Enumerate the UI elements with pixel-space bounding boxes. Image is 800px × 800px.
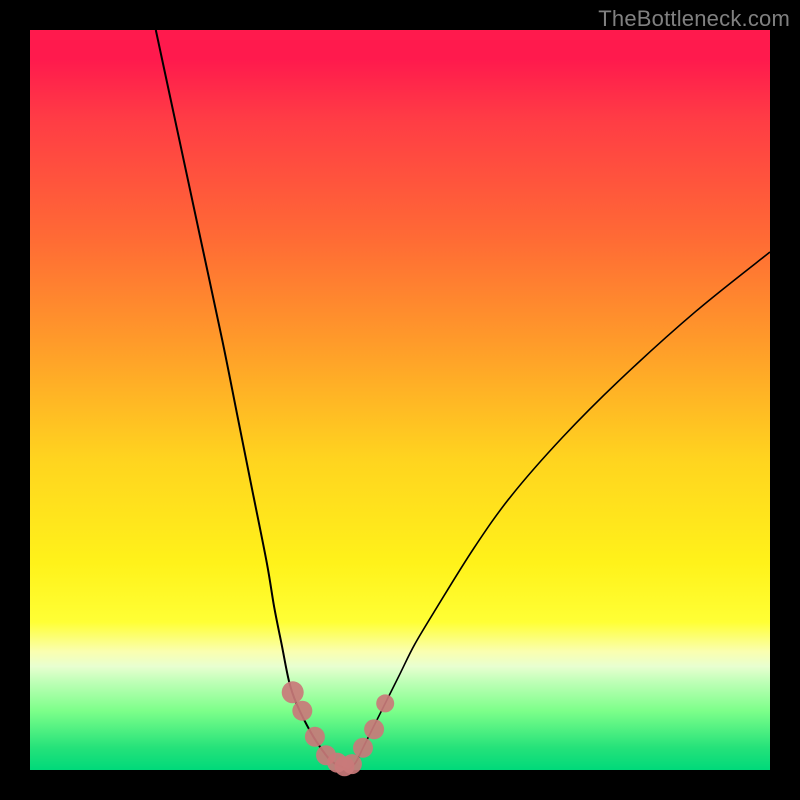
marker-group (282, 681, 395, 776)
marker-point (376, 694, 394, 712)
marker-point (305, 727, 325, 747)
right-curve (348, 252, 770, 770)
marker-point (292, 701, 312, 721)
left-curve (156, 30, 348, 770)
watermark-text: TheBottleneck.com (598, 6, 790, 32)
marker-point (353, 738, 373, 758)
plot-area (30, 30, 770, 770)
marker-point (364, 719, 384, 739)
curves-layer (30, 30, 770, 770)
marker-point (342, 754, 362, 774)
chart-frame: TheBottleneck.com (0, 0, 800, 800)
marker-point (282, 681, 304, 703)
